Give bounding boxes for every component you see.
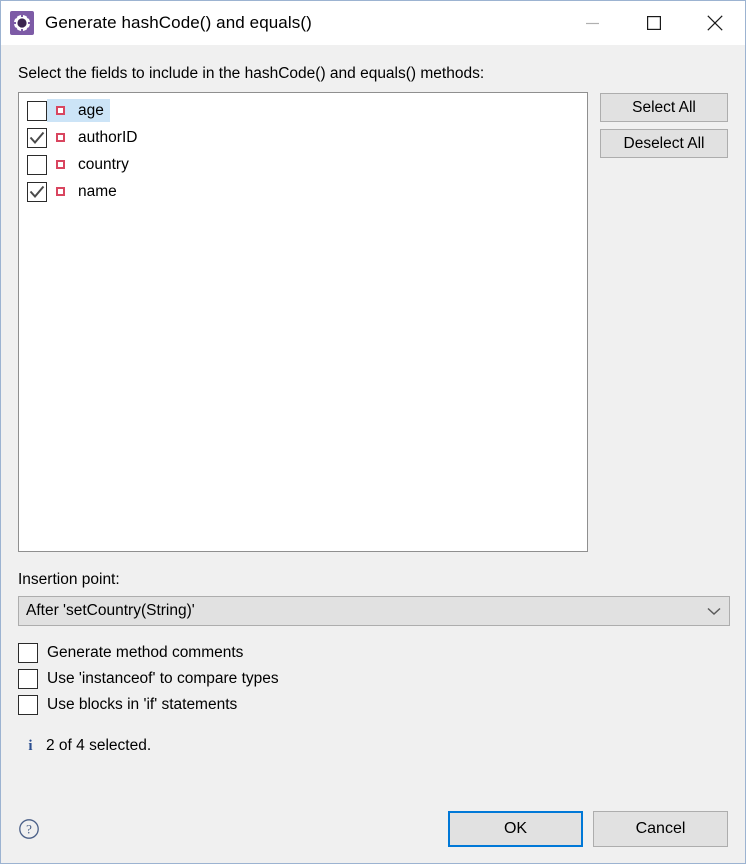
instruction-label: Select the fields to include in the hash… [18, 65, 485, 82]
option-generate-method-comments[interactable]: Generate method comments [18, 640, 728, 666]
deselect-all-button[interactable]: Deselect All [600, 129, 728, 158]
field-checkbox-age[interactable] [27, 100, 47, 121]
info-icon: i [28, 737, 33, 754]
option-use-instanceof[interactable]: Use 'instanceof' to compare types [18, 666, 728, 692]
field-entry-name[interactable]: name [47, 180, 123, 203]
field-label: country [78, 155, 129, 173]
list-item[interactable]: age [19, 97, 587, 124]
private-field-icon [56, 106, 65, 115]
field-entry-country[interactable]: country [47, 153, 135, 176]
insertion-point-label: Insertion point: [18, 571, 120, 588]
select-all-button[interactable]: Select All [600, 93, 728, 122]
option-use-blocks[interactable]: Use blocks in 'if' statements [18, 692, 728, 718]
field-entry-age[interactable]: age [47, 99, 110, 122]
option-checkbox-blocks[interactable] [18, 695, 38, 715]
field-checkbox-name[interactable] [27, 181, 47, 202]
minimize-icon[interactable] [562, 1, 623, 45]
list-item[interactable]: country [19, 151, 587, 178]
dialog-footer: ? OK Cancel [1, 795, 745, 863]
list-item[interactable]: authorID [19, 124, 587, 151]
field-checkbox-authorid[interactable] [27, 127, 47, 148]
option-label: Use blocks in 'if' statements [47, 696, 238, 713]
eclipse-gear-icon [10, 11, 34, 35]
field-label: authorID [78, 128, 138, 146]
ok-button[interactable]: OK [448, 811, 583, 847]
field-label: age [78, 101, 104, 119]
status-message: i 2 of 4 selected. [18, 718, 728, 755]
title-bar: Generate hashCode() and equals() [1, 1, 745, 45]
option-label: Generate method comments [47, 644, 244, 661]
cancel-button[interactable]: Cancel [593, 811, 728, 847]
insertion-point-dropdown[interactable]: After 'setCountry(String)' [18, 596, 730, 626]
window-controls [562, 1, 745, 45]
svg-text:?: ? [26, 822, 32, 837]
chevron-down-icon[interactable] [699, 607, 729, 616]
footer-buttons: OK Cancel [448, 811, 728, 847]
fields-area: age authorID country name Select All Des… [18, 92, 728, 552]
field-checkbox-country[interactable] [27, 154, 47, 175]
insertion-point-value: After 'setCountry(String)' [26, 602, 195, 619]
private-field-icon [56, 133, 65, 142]
fields-list[interactable]: age authorID country name [18, 92, 588, 552]
private-field-icon [56, 187, 65, 196]
status-text: 2 of 4 selected. [46, 737, 152, 754]
dialog-content: Select the fields to include in the hash… [1, 45, 745, 795]
close-icon[interactable] [684, 1, 745, 45]
option-label: Use 'instanceof' to compare types [47, 670, 279, 687]
maximize-icon[interactable] [623, 1, 684, 45]
window-title: Generate hashCode() and equals() [45, 13, 312, 32]
option-checkbox-comments[interactable] [18, 643, 38, 663]
help-icon[interactable]: ? [18, 818, 40, 840]
options-group: Generate method comments Use 'instanceof… [18, 626, 728, 718]
generate-hashcode-equals-dialog: Generate hashCode() and equals() Select … [0, 0, 746, 864]
list-item[interactable]: name [19, 178, 587, 205]
list-side-buttons: Select All Deselect All [600, 92, 728, 158]
field-entry-authorid[interactable]: authorID [47, 126, 143, 149]
private-field-icon [56, 160, 65, 169]
field-label: name [78, 182, 117, 200]
option-checkbox-instanceof[interactable] [18, 669, 38, 689]
